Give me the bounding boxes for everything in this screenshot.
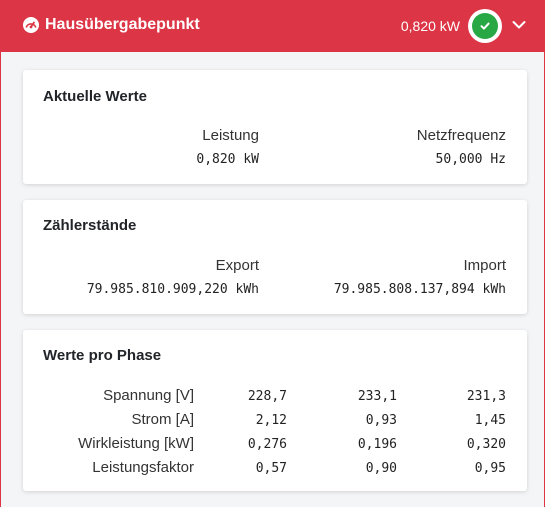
import-label: Import bbox=[463, 257, 506, 274]
phase-1-value: 0,57 bbox=[255, 461, 287, 476]
power-label: Leistung bbox=[202, 127, 259, 144]
check-circle-icon bbox=[468, 9, 502, 43]
phase-3-value: 0,320 bbox=[466, 437, 506, 452]
frequency-label: Netzfrequenz bbox=[416, 127, 506, 144]
phase-row-label: Strom [A] bbox=[131, 411, 194, 428]
tachometer-icon bbox=[23, 17, 39, 33]
phase-2-value: 0,196 bbox=[357, 437, 397, 452]
phase-1-value: 228,7 bbox=[247, 389, 287, 404]
import-value: 79.985.808.137,894 kWh bbox=[333, 282, 506, 297]
frequency-value: 50,000 Hz bbox=[435, 152, 506, 167]
panel-title: Hausübergabepunkt bbox=[45, 16, 200, 33]
panel-header[interactable]: Hausübergabepunkt 0,820 kW bbox=[1, 0, 545, 52]
meter-readings-card: Zählerstände Export 79.985.810.909,220 k… bbox=[23, 200, 527, 314]
power-value: 0,820 kW bbox=[196, 152, 259, 167]
header-power-value: 0,820 kW bbox=[400, 18, 460, 34]
phase-3-value: 1,45 bbox=[474, 413, 506, 428]
export-label: Export bbox=[215, 257, 259, 274]
phase-3-value: 0,95 bbox=[474, 461, 506, 476]
phase-2-value: 0,90 bbox=[365, 461, 397, 476]
current-values-card: Aktuelle Werte Leistung 0,820 kW Netzfre… bbox=[23, 70, 527, 184]
phase-1-value: 0,276 bbox=[247, 437, 287, 452]
export-value: 79.985.810.909,220 kWh bbox=[86, 282, 259, 297]
phase-row-label: Leistungsfaktor bbox=[92, 459, 194, 476]
phase-2-value: 233,1 bbox=[357, 389, 397, 404]
phase-row-label: Wirkleistung [kW] bbox=[78, 435, 194, 452]
panel-frame: Hausübergabepunkt 0,820 kW Aktuelle Wert… bbox=[0, 0, 545, 507]
phase-2-value: 0,93 bbox=[365, 413, 397, 428]
current-values-title: Aktuelle Werte bbox=[43, 88, 147, 105]
phase-1-value: 2,12 bbox=[255, 413, 287, 428]
phase-row-label: Spannung [V] bbox=[103, 387, 194, 404]
phase-values-title: Werte pro Phase bbox=[43, 347, 162, 364]
phase-values-card: Werte pro Phase Spannung [V] 228,7 233,1… bbox=[23, 330, 527, 491]
meter-readings-title: Zählerstände bbox=[43, 217, 137, 234]
phase-3-value: 231,3 bbox=[466, 389, 506, 404]
chevron-down-icon[interactable] bbox=[512, 20, 526, 30]
